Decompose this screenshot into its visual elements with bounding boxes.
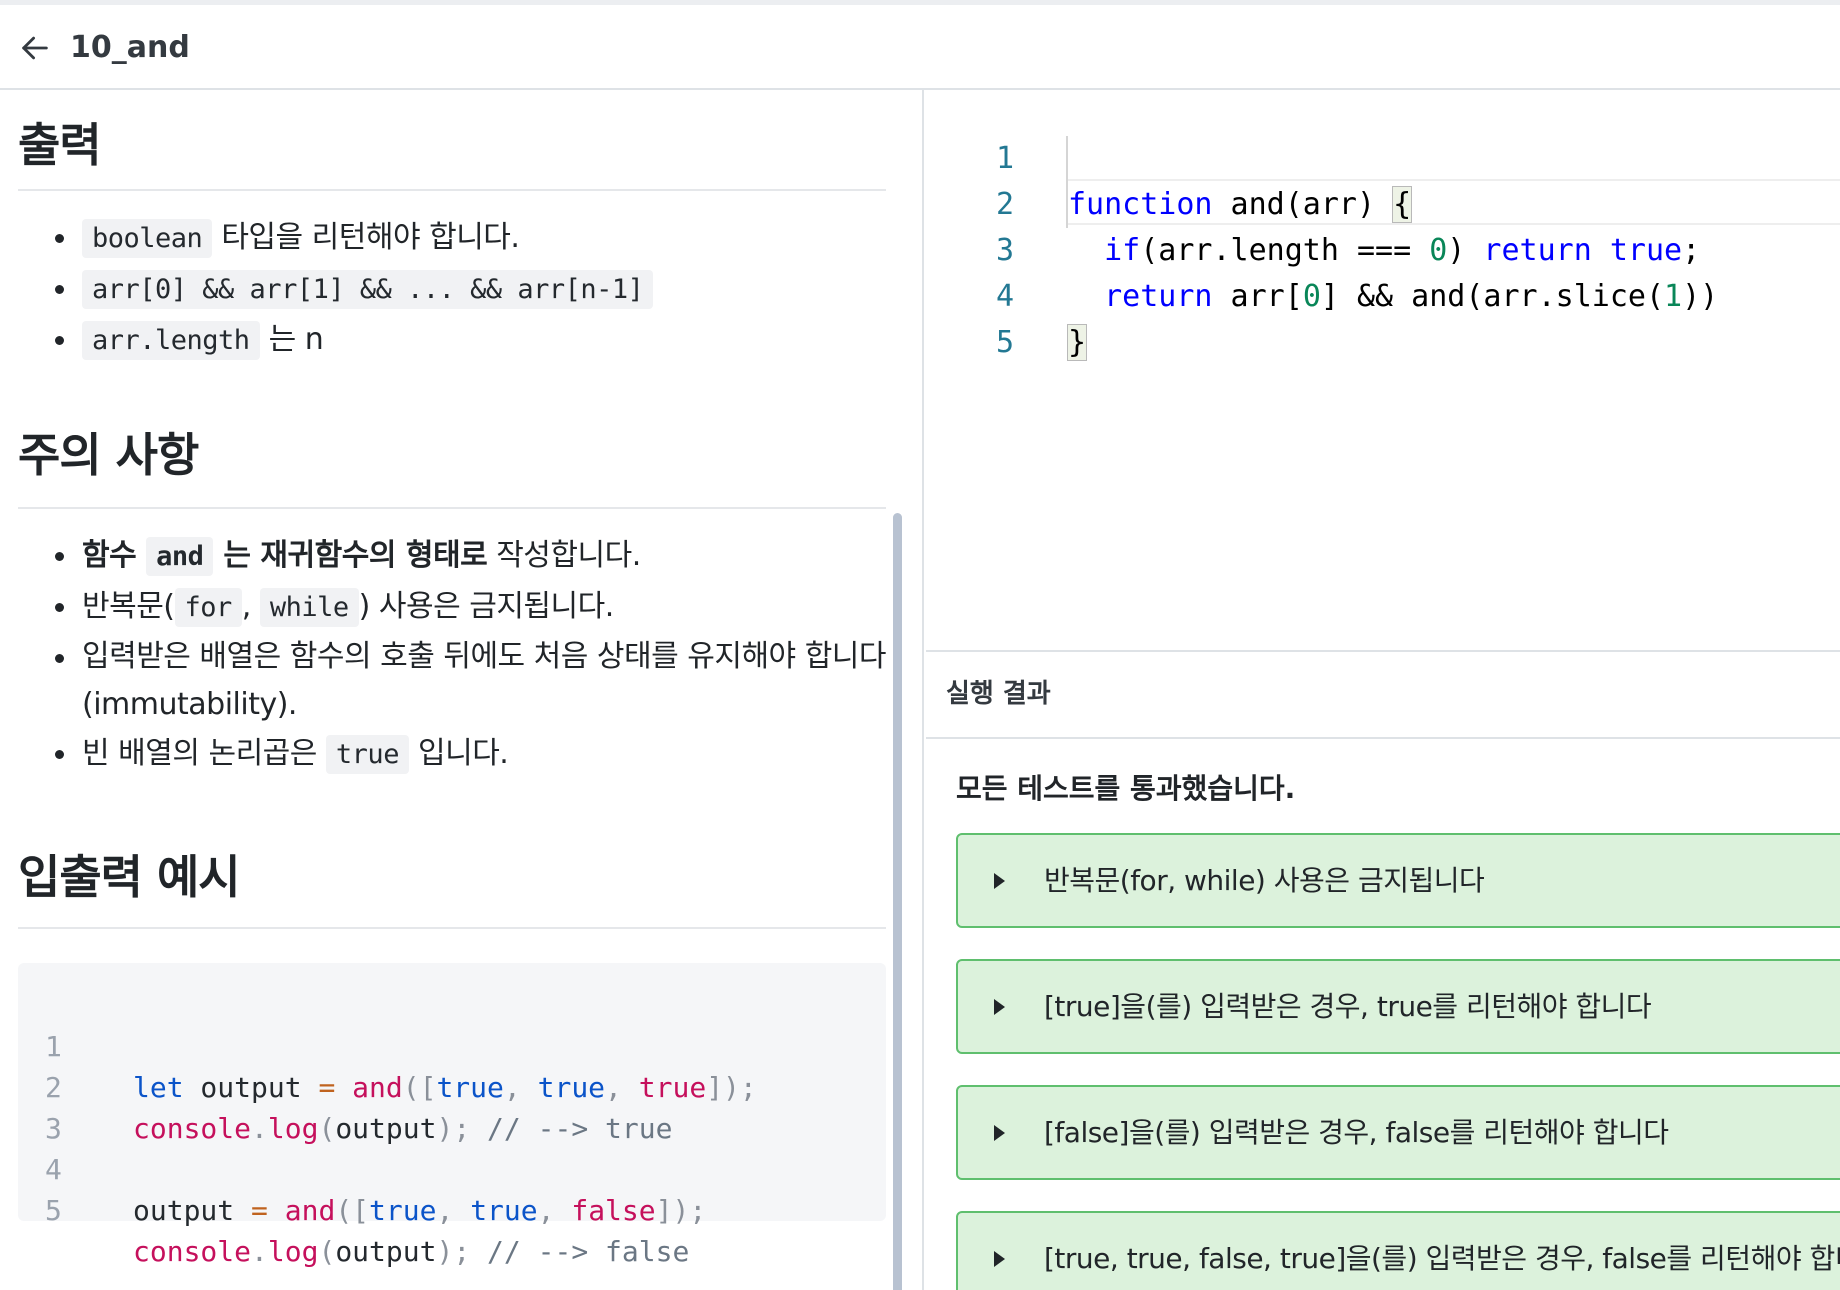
divider bbox=[18, 927, 886, 929]
test-case-item[interactable]: [true, true, false, true]을(를) 입력받은 경우, f… bbox=[956, 1211, 1840, 1290]
editor-line[interactable]: 4 } bbox=[926, 228, 1088, 361]
arrow-left-icon[interactable] bbox=[18, 31, 52, 65]
editor-line[interactable]: 2 if(arr.length === 0) return true; bbox=[926, 136, 1700, 268]
results-header: 실행 결과 bbox=[926, 652, 1840, 739]
test-case-label: [true, true, false, true]을(를) 입력받은 경우, f… bbox=[1044, 1242, 1840, 1275]
inline-code: while bbox=[259, 588, 359, 627]
list-item: 함수 and 는 재귀함수의 형태로 작성합니다. bbox=[50, 531, 900, 582]
problem-description-panel[interactable]: 출력 boolean 타입을 리턴해야 합니다. arr[0] && arr[1… bbox=[0, 90, 924, 1290]
divider bbox=[18, 507, 886, 509]
inline-code: arr.length bbox=[82, 321, 260, 360]
list-item: arr.length 는 n bbox=[50, 315, 900, 366]
output-list: boolean 타입을 리턴해야 합니다. arr[0] && arr[1] &… bbox=[50, 213, 900, 366]
code-line: 1 let output = and([true, true, true]); bbox=[45, 1030, 757, 1104]
inline-code: arr[0] && arr[1] && ... && arr[n-1] bbox=[82, 270, 654, 309]
test-case-label: [true]을(를) 입력받은 경우, true를 리턴해야 합니다 bbox=[1044, 990, 1652, 1023]
inline-code: and bbox=[146, 537, 214, 576]
list-item: 반복문(for, while) 사용은 금지됩니다. bbox=[50, 582, 900, 633]
list-item: 입력받은 배열은 함수의 호출 뒤에도 처음 상태를 유지해야 합니다 (immu… bbox=[50, 633, 900, 729]
list-item: boolean 타입을 리턴해야 합니다. bbox=[50, 213, 900, 264]
editor-line[interactable]: 1 function and(arr) { bbox=[926, 90, 1413, 223]
test-case-item[interactable]: [false]을(를) 입력받은 경우, false를 리턴해야 합니다 bbox=[956, 1085, 1840, 1180]
caret-right-icon[interactable] bbox=[994, 873, 1005, 889]
results-message: 모든 테스트를 통과했습니다. bbox=[956, 772, 1296, 805]
top-bar: 10_and bbox=[0, 0, 1840, 90]
test-case-label: 반복문(for, while) 사용은 금지됩니다 bbox=[1044, 864, 1485, 897]
description-scrollbar[interactable] bbox=[893, 513, 902, 1290]
notes-list: 함수 and 는 재귀함수의 형태로 작성합니다. 반복문(for, while… bbox=[50, 531, 900, 780]
output-heading: 출력 bbox=[18, 118, 102, 172]
editor-line[interactable]: 3 return arr[0] && and(arr.slice(1)) bbox=[926, 182, 1718, 314]
list-item: 빈 배열의 논리곱은 true 입니다. bbox=[50, 729, 900, 780]
inline-code: for bbox=[174, 588, 242, 627]
test-case-item[interactable]: [true]을(를) 입력받은 경우, true를 리턴해야 합니다 bbox=[956, 959, 1840, 1054]
example-code-block: 1 let output = and([true, true, true]); … bbox=[18, 963, 886, 1268]
code-line: 5 console.log(output); // --> false bbox=[45, 1194, 690, 1268]
code-editor[interactable]: 1 function and(arr) { 2 if(arr.length ==… bbox=[926, 90, 1840, 652]
caret-right-icon[interactable] bbox=[994, 1251, 1005, 1267]
divider bbox=[18, 189, 886, 191]
test-case-label: [false]을(를) 입력받은 경우, false를 리턴해야 합니다 bbox=[1044, 1116, 1669, 1149]
inline-code: true bbox=[325, 735, 409, 774]
notes-heading: 주의 사항 bbox=[18, 428, 199, 482]
page-title: 10_and bbox=[70, 30, 190, 65]
code-line: 2 console.log(output); // --> true bbox=[45, 1071, 673, 1145]
test-case-item[interactable]: 반복문(for, while) 사용은 금지됩니다 bbox=[956, 833, 1840, 928]
code-line: 3 bbox=[45, 1112, 62, 1145]
caret-right-icon[interactable] bbox=[994, 1125, 1005, 1141]
caret-right-icon[interactable] bbox=[994, 999, 1005, 1015]
code-line: 4 output = and([true, true, false]); bbox=[45, 1153, 707, 1227]
editor-line[interactable]: 5 bbox=[926, 274, 1014, 360]
examples-heading: 입출력 예시 bbox=[18, 850, 241, 904]
inline-code: boolean bbox=[82, 219, 213, 258]
list-item: arr[0] && arr[1] && ... && arr[n-1] bbox=[50, 264, 900, 315]
results-panel[interactable]: 모든 테스트를 통과했습니다. 반복문(for, while) 사용은 금지됩니… bbox=[926, 739, 1840, 1290]
results-title: 실행 결과 bbox=[946, 679, 1051, 709]
